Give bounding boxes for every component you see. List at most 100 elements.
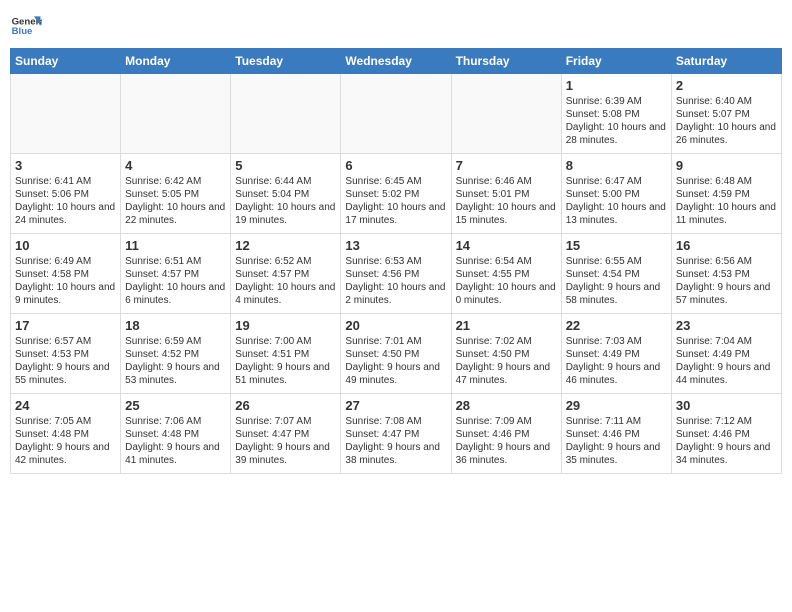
day-info: Daylight: 9 hours and 39 minutes.: [235, 441, 336, 467]
day-info: Daylight: 9 hours and 51 minutes.: [235, 361, 336, 387]
day-number: 18: [125, 318, 226, 333]
day-info: Sunrise: 6:45 AM: [345, 175, 446, 188]
calendar-cell: 2Sunrise: 6:40 AMSunset: 5:07 PMDaylight…: [671, 74, 781, 154]
day-number: 15: [566, 238, 667, 253]
calendar-cell: [341, 74, 451, 154]
day-info: Sunrise: 6:54 AM: [456, 255, 557, 268]
day-info: Sunrise: 6:59 AM: [125, 335, 226, 348]
day-number: 10: [15, 238, 116, 253]
day-info: Daylight: 9 hours and 34 minutes.: [676, 441, 777, 467]
day-info: Daylight: 9 hours and 55 minutes.: [15, 361, 116, 387]
day-info: Daylight: 9 hours and 38 minutes.: [345, 441, 446, 467]
day-info: Daylight: 10 hours and 15 minutes.: [456, 201, 557, 227]
day-number: 1: [566, 78, 667, 93]
day-info: Sunrise: 7:11 AM: [566, 415, 667, 428]
day-info: Sunrise: 7:08 AM: [345, 415, 446, 428]
calendar-cell: 22Sunrise: 7:03 AMSunset: 4:49 PMDayligh…: [561, 314, 671, 394]
day-info: Daylight: 10 hours and 28 minutes.: [566, 121, 667, 147]
day-info: Sunrise: 7:07 AM: [235, 415, 336, 428]
logo-icon: General Blue: [10, 10, 42, 42]
calendar-cell: 15Sunrise: 6:55 AMSunset: 4:54 PMDayligh…: [561, 234, 671, 314]
day-info: Daylight: 9 hours and 41 minutes.: [125, 441, 226, 467]
calendar-cell: 28Sunrise: 7:09 AMSunset: 4:46 PMDayligh…: [451, 394, 561, 474]
calendar-cell: 9Sunrise: 6:48 AMSunset: 4:59 PMDaylight…: [671, 154, 781, 234]
calendar-cell: 13Sunrise: 6:53 AMSunset: 4:56 PMDayligh…: [341, 234, 451, 314]
day-info: Daylight: 10 hours and 13 minutes.: [566, 201, 667, 227]
day-number: 28: [456, 398, 557, 413]
calendar-cell: 7Sunrise: 6:46 AMSunset: 5:01 PMDaylight…: [451, 154, 561, 234]
day-info: Sunset: 5:05 PM: [125, 188, 226, 201]
day-info: Daylight: 10 hours and 2 minutes.: [345, 281, 446, 307]
day-info: Sunset: 4:48 PM: [125, 428, 226, 441]
day-info: Sunset: 5:04 PM: [235, 188, 336, 201]
day-info: Sunrise: 7:06 AM: [125, 415, 226, 428]
day-info: Sunset: 4:59 PM: [676, 188, 777, 201]
calendar-cell: 5Sunrise: 6:44 AMSunset: 5:04 PMDaylight…: [231, 154, 341, 234]
calendar-cell: 1Sunrise: 6:39 AMSunset: 5:08 PMDaylight…: [561, 74, 671, 154]
day-info: Sunset: 4:58 PM: [15, 268, 116, 281]
day-info: Daylight: 10 hours and 11 minutes.: [676, 201, 777, 227]
col-header-sunday: Sunday: [11, 49, 121, 74]
day-number: 27: [345, 398, 446, 413]
day-info: Daylight: 9 hours and 35 minutes.: [566, 441, 667, 467]
day-info: Sunrise: 7:00 AM: [235, 335, 336, 348]
day-info: Sunset: 4:53 PM: [676, 268, 777, 281]
calendar-cell: 6Sunrise: 6:45 AMSunset: 5:02 PMDaylight…: [341, 154, 451, 234]
day-info: Sunrise: 6:55 AM: [566, 255, 667, 268]
day-number: 23: [676, 318, 777, 333]
calendar-week-4: 17Sunrise: 6:57 AMSunset: 4:53 PMDayligh…: [11, 314, 782, 394]
calendar-cell: 20Sunrise: 7:01 AMSunset: 4:50 PMDayligh…: [341, 314, 451, 394]
calendar-cell: 8Sunrise: 6:47 AMSunset: 5:00 PMDaylight…: [561, 154, 671, 234]
day-info: Daylight: 10 hours and 0 minutes.: [456, 281, 557, 307]
day-info: Sunset: 4:46 PM: [676, 428, 777, 441]
calendar-cell: 12Sunrise: 6:52 AMSunset: 4:57 PMDayligh…: [231, 234, 341, 314]
calendar-table: SundayMondayTuesdayWednesdayThursdayFrid…: [10, 48, 782, 474]
day-info: Sunset: 4:51 PM: [235, 348, 336, 361]
day-info: Sunrise: 6:57 AM: [15, 335, 116, 348]
day-info: Sunrise: 7:04 AM: [676, 335, 777, 348]
day-number: 22: [566, 318, 667, 333]
day-info: Sunset: 5:07 PM: [676, 108, 777, 121]
day-number: 3: [15, 158, 116, 173]
calendar-cell: 18Sunrise: 6:59 AMSunset: 4:52 PMDayligh…: [121, 314, 231, 394]
day-info: Sunrise: 6:41 AM: [15, 175, 116, 188]
day-info: Daylight: 9 hours and 57 minutes.: [676, 281, 777, 307]
day-info: Sunset: 4:47 PM: [235, 428, 336, 441]
day-info: Sunrise: 6:51 AM: [125, 255, 226, 268]
day-info: Sunset: 4:57 PM: [125, 268, 226, 281]
day-number: 13: [345, 238, 446, 253]
day-info: Sunrise: 6:49 AM: [15, 255, 116, 268]
day-info: Sunrise: 7:03 AM: [566, 335, 667, 348]
calendar-cell: [451, 74, 561, 154]
day-info: Sunrise: 7:02 AM: [456, 335, 557, 348]
day-number: 20: [345, 318, 446, 333]
day-info: Sunset: 4:49 PM: [676, 348, 777, 361]
calendar-cell: 19Sunrise: 7:00 AMSunset: 4:51 PMDayligh…: [231, 314, 341, 394]
calendar-cell: 10Sunrise: 6:49 AMSunset: 4:58 PMDayligh…: [11, 234, 121, 314]
day-info: Sunset: 4:47 PM: [345, 428, 446, 441]
calendar-cell: 14Sunrise: 6:54 AMSunset: 4:55 PMDayligh…: [451, 234, 561, 314]
day-number: 6: [345, 158, 446, 173]
day-number: 21: [456, 318, 557, 333]
col-header-friday: Friday: [561, 49, 671, 74]
day-number: 11: [125, 238, 226, 253]
day-number: 12: [235, 238, 336, 253]
day-info: Sunrise: 6:47 AM: [566, 175, 667, 188]
day-info: Sunset: 4:57 PM: [235, 268, 336, 281]
day-info: Daylight: 9 hours and 36 minutes.: [456, 441, 557, 467]
calendar-week-1: 1Sunrise: 6:39 AMSunset: 5:08 PMDaylight…: [11, 74, 782, 154]
day-info: Sunrise: 6:39 AM: [566, 95, 667, 108]
day-info: Sunrise: 6:44 AM: [235, 175, 336, 188]
day-info: Sunset: 4:50 PM: [345, 348, 446, 361]
day-info: Daylight: 9 hours and 47 minutes.: [456, 361, 557, 387]
day-number: 4: [125, 158, 226, 173]
day-info: Daylight: 10 hours and 26 minutes.: [676, 121, 777, 147]
day-number: 26: [235, 398, 336, 413]
day-info: Sunrise: 6:52 AM: [235, 255, 336, 268]
day-info: Sunrise: 6:46 AM: [456, 175, 557, 188]
calendar-cell: 30Sunrise: 7:12 AMSunset: 4:46 PMDayligh…: [671, 394, 781, 474]
day-number: 24: [15, 398, 116, 413]
day-number: 29: [566, 398, 667, 413]
day-info: Daylight: 10 hours and 17 minutes.: [345, 201, 446, 227]
col-header-saturday: Saturday: [671, 49, 781, 74]
